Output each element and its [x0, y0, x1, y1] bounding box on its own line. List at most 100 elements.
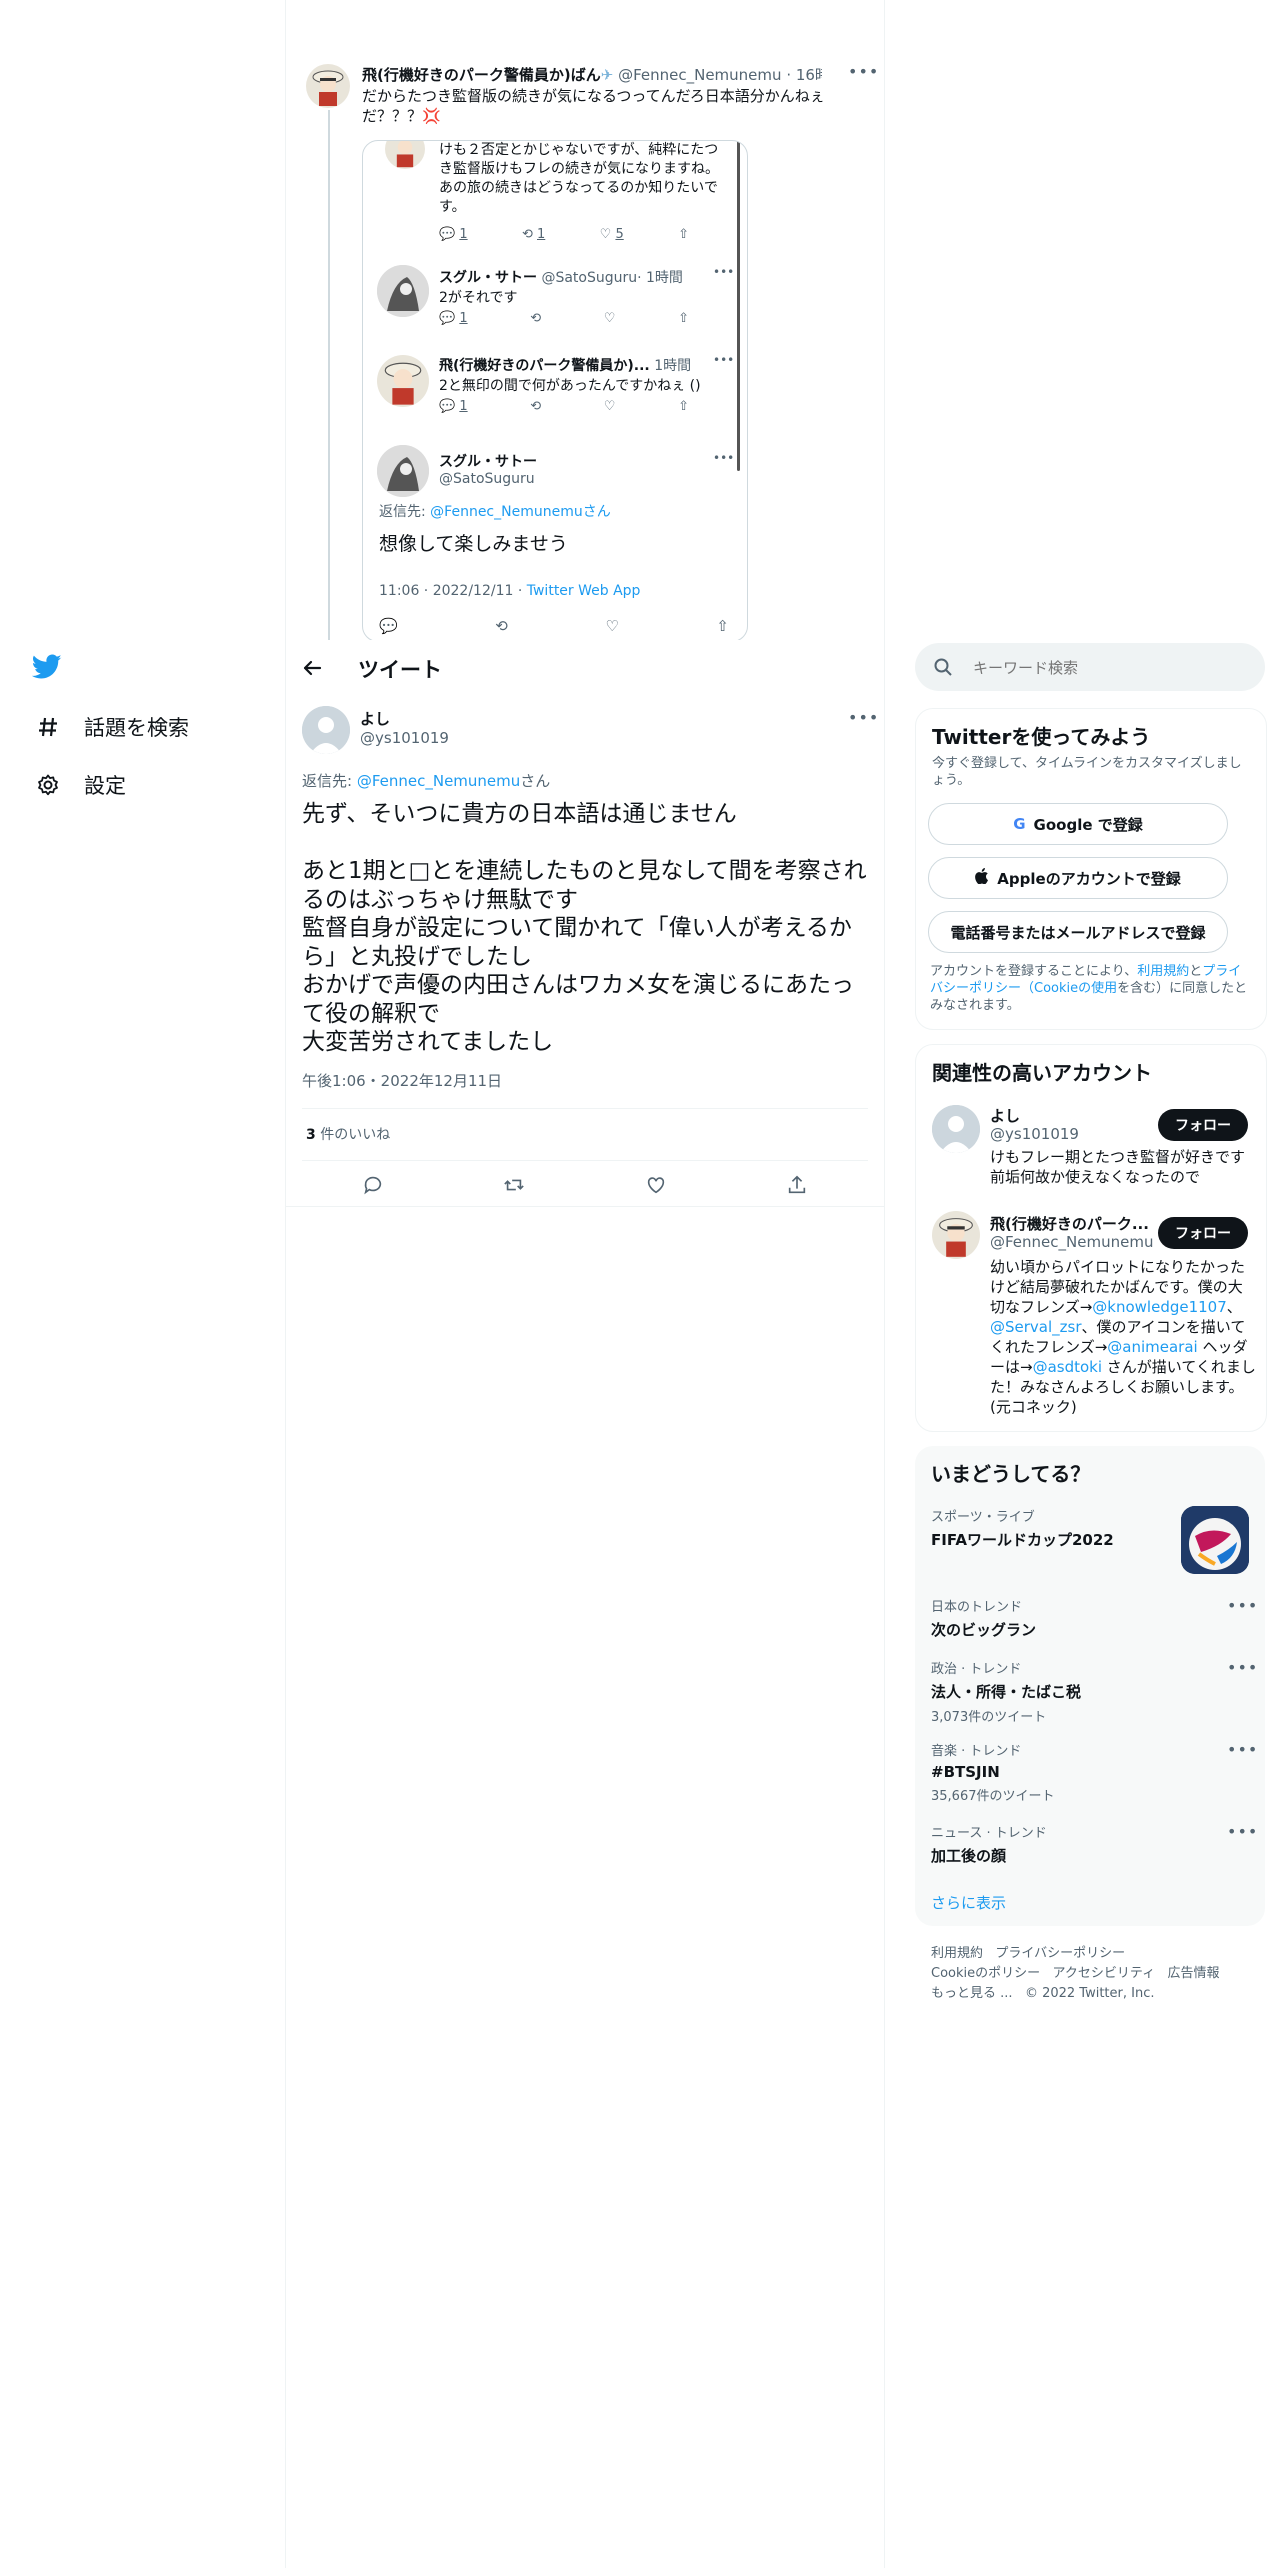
like-icon: ♡	[603, 311, 616, 326]
retweet-icon: ⟲	[530, 399, 542, 414]
signup-card: Twitterを使ってみよう 今すぐ登録して、タイムラインをカスタマイズしましょ…	[915, 708, 1267, 1030]
author-handle[interactable]: @ys101019	[360, 729, 449, 747]
phone-email-signup-button[interactable]: 電話番号またはメールアドレスで登録	[928, 911, 1228, 953]
like-icon: ♡ 5	[599, 227, 624, 242]
avatar	[377, 445, 429, 497]
share-icon: ⇧	[716, 617, 729, 635]
share-icon: ⇧	[678, 399, 689, 414]
reply-icon[interactable]	[362, 1174, 384, 1200]
right-sidebar: Twitterを使ってみよう 今すぐ登録して、タイムラインをカスタマイズしましょ…	[885, 0, 1284, 2568]
reply-to-link[interactable]: @Fennec_Nemunemu	[357, 772, 520, 790]
nav-settings[interactable]: 設定	[34, 770, 126, 800]
avatar[interactable]	[306, 64, 350, 108]
tweet-actions	[302, 1170, 868, 1204]
footer-link[interactable]: プライバシーポリシー	[995, 1946, 1125, 1961]
more-icon: •••	[713, 451, 735, 465]
reply-icon: 💬 1	[439, 311, 468, 326]
avatar[interactable]	[932, 1211, 980, 1259]
terms-link[interactable]: 利用規約	[1137, 964, 1189, 979]
reply-icon: 💬	[379, 617, 398, 635]
google-signup-button[interactable]: G Google で登録	[928, 803, 1228, 845]
search-input[interactable]	[971, 655, 1245, 681]
hashtag-icon	[34, 713, 62, 741]
like-icon: ♡	[605, 617, 619, 635]
nav-explore[interactable]: 話題を検索	[34, 712, 189, 742]
author-name[interactable]: よし	[360, 708, 390, 729]
more-icon: •••	[713, 265, 735, 279]
reply-icon: 💬 1	[439, 399, 468, 414]
retweet-icon: ⟲	[530, 311, 542, 326]
image-actions: 💬 1 ⟲ 1 ♡ 5 ⇧	[439, 227, 689, 242]
image-main-text: 想像して楽しみませう	[379, 533, 568, 555]
footer: 利用規約 プライバシーポリシー Cookieのポリシー アクセシビリティ 広告情…	[931, 1944, 1251, 2004]
retweet-icon: ⟲	[495, 617, 508, 635]
apple-signup-button[interactable]: Appleのアカウントで登録	[928, 857, 1228, 899]
related-account-name[interactable]: 飛(行機好きのパーク...	[990, 1213, 1150, 1234]
related-account-handle[interactable]: @ys101019	[990, 1125, 1079, 1143]
search-box[interactable]	[915, 643, 1265, 691]
avatar[interactable]	[932, 1105, 980, 1153]
parent-author-name[interactable]: 飛(行機好きのパーク警備員か)ばん	[362, 66, 601, 84]
show-more-link[interactable]: さらに表示	[931, 1892, 1006, 1913]
footer-link[interactable]: Cookieのポリシー	[931, 1966, 1040, 1981]
parent-time[interactable]: · 16時間	[786, 66, 822, 84]
trend-item[interactable]: 日本のトレンド 次のビッグラン	[931, 1596, 1231, 1640]
more-icon[interactable]: •••	[1227, 1740, 1258, 1759]
worldcup-ball-image[interactable]	[1181, 1506, 1249, 1574]
tweet-text: 先ず、そいつに貴方の日本語は通じません あと1期と□とを連続したものと見なして間…	[302, 801, 867, 1055]
more-icon[interactable]: •••	[1227, 1658, 1258, 1677]
apple-icon	[975, 868, 989, 888]
more-icon: •••	[713, 353, 735, 367]
nav-explore-label: 話題を検索	[84, 716, 189, 740]
related-account-name[interactable]: よし	[990, 1105, 1020, 1126]
more-icon[interactable]: •••	[848, 708, 879, 727]
signup-subtitle: 今すぐ登録して、タイムラインをカスタマイズしましょう。	[932, 756, 1242, 788]
twitter-logo-icon[interactable]	[31, 654, 62, 684]
image-reply1-header: スグル・サトー @SatoSuguru· 1時間	[439, 270, 683, 286]
share-icon[interactable]	[786, 1174, 808, 1200]
retweet-icon[interactable]	[503, 1174, 525, 1200]
trends-card: いまどうしてる？ スポーツ・ライブ FIFAワールドカップ2022 日本のトレン…	[915, 1446, 1265, 1926]
image-reply1-text: 2がそれです	[439, 290, 518, 306]
trend-item[interactable]: 政治 · トレンド 法人・所得・たばこ税 3,073件のツイート	[931, 1658, 1231, 1725]
thread-line	[328, 110, 330, 640]
avatar[interactable]	[302, 706, 350, 754]
follow-button[interactable]: フォロー	[1158, 1109, 1248, 1141]
image-main-handle: @SatoSuguru	[439, 471, 535, 487]
like-icon: ♡	[603, 399, 616, 414]
footer-link[interactable]: 広告情報	[1168, 1966, 1220, 1981]
image-scrollbar	[737, 141, 740, 471]
footer-link[interactable]: 利用規約	[931, 1946, 983, 1961]
more-icon[interactable]: •••	[1227, 1822, 1258, 1841]
likes-count[interactable]: 3 件のいいね	[306, 1124, 390, 1144]
related-account-handle[interactable]: @Fennec_Nemunemu	[990, 1233, 1153, 1251]
image-actions: 💬 1 ⟲ ♡ ⇧	[439, 311, 689, 326]
nav-settings-label: 設定	[84, 774, 126, 798]
trend-item[interactable]: ニュース · トレンド 加工後の顔	[931, 1822, 1231, 1866]
follow-button[interactable]: フォロー	[1158, 1217, 1248, 1249]
main-column: 飛(行機好きのパーク警備員か)ばん✈ @Fennec_Nemunemu · 16…	[286, 0, 885, 2568]
avatar	[377, 265, 429, 317]
trend-item[interactable]: スポーツ・ライブ FIFAワールドカップ2022	[931, 1506, 1181, 1550]
tweet-timestamp[interactable]: 午後1:06・2022年12月11日	[302, 1070, 502, 1091]
divider	[302, 1108, 868, 1109]
more-icon[interactable]: •••	[1227, 1596, 1258, 1615]
image-actions: 💬 1 ⟲ ♡ ⇧	[439, 399, 689, 414]
related-accounts-card: 関連性の高いアカウント よし @ys101019 フォロー けもフレー期とたつき…	[915, 1044, 1267, 1432]
footer-link[interactable]: アクセシビリティ	[1053, 1966, 1156, 1981]
tweet-image[interactable]: けも２否定とかじゃないですが、純粋にたつき監督版けもフレの続きが気になりますね。…	[362, 140, 748, 640]
avatar	[377, 355, 429, 407]
image-text: けも２否定とかじゃないですが、純粋にたつき監督版けもフレの続きが気になりますね。…	[439, 142, 719, 215]
footer-more-link[interactable]: もっと見る ...	[931, 1986, 1013, 2001]
like-icon[interactable]	[645, 1174, 667, 1200]
page-title: ツイート	[358, 658, 442, 682]
related-title: 関連性の高いアカウント	[932, 1061, 1152, 1085]
parent-author-handle[interactable]: @Fennec_Nemunemu	[618, 66, 781, 84]
trend-item[interactable]: 音楽 · トレンド #BTSJIN 35,667件のツイート	[931, 1740, 1231, 1804]
divider	[302, 1160, 868, 1161]
back-arrow-icon[interactable]	[300, 656, 324, 684]
reply-to: 返信先: @Fennec_Nemunemuさん	[302, 772, 551, 790]
tweet-header: ツイート	[286, 640, 884, 696]
more-icon[interactable]: •••	[848, 62, 879, 81]
image-reply2-text: 2と無印の間で何があったんですかねぇ ()	[439, 378, 701, 394]
